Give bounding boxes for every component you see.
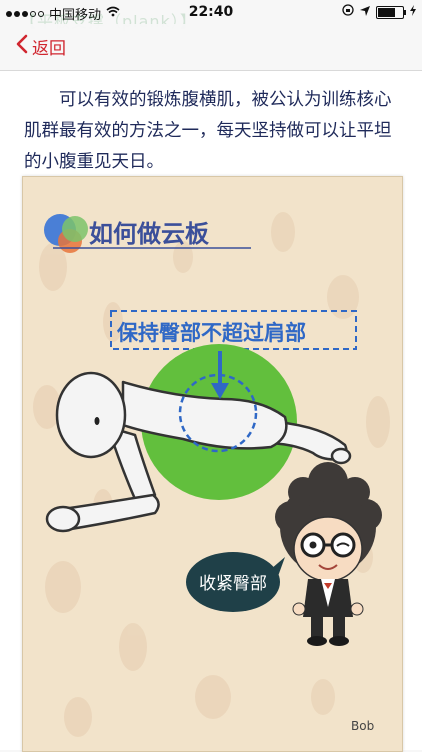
status-right	[342, 4, 416, 20]
tip-label: 保持臀部不超过肩部	[116, 321, 306, 345]
illustration-title: 如何做云板	[89, 220, 210, 248]
back-label: 返回	[32, 39, 66, 59]
speech-text: 收紧臀部	[199, 574, 267, 594]
navigation-bar: 返回	[0, 24, 422, 71]
plank-illustration: 如何做云板 保持臀部不超过肩部 收紧臀部 Bob	[22, 176, 403, 752]
artist-signature: Bob	[351, 719, 374, 733]
article-content: 可以有效的锻炼腹横肌，被公认为训练核心肌群最有效的方法之一，每天坚持做可以让平坦…	[0, 71, 422, 752]
rotation-lock-icon	[342, 4, 354, 20]
cartoon-boy-avatar	[275, 462, 382, 646]
charging-icon	[410, 4, 416, 20]
battery-icon	[376, 5, 406, 19]
location-arrow-icon	[360, 5, 370, 20]
back-button[interactable]: 返回	[16, 34, 66, 59]
chevron-left-icon	[16, 34, 32, 59]
article-intro-paragraph: 可以有效的锻炼腹横肌，被公认为训练核心肌群最有效的方法之一，每天坚持做可以让平坦…	[24, 90, 392, 172]
